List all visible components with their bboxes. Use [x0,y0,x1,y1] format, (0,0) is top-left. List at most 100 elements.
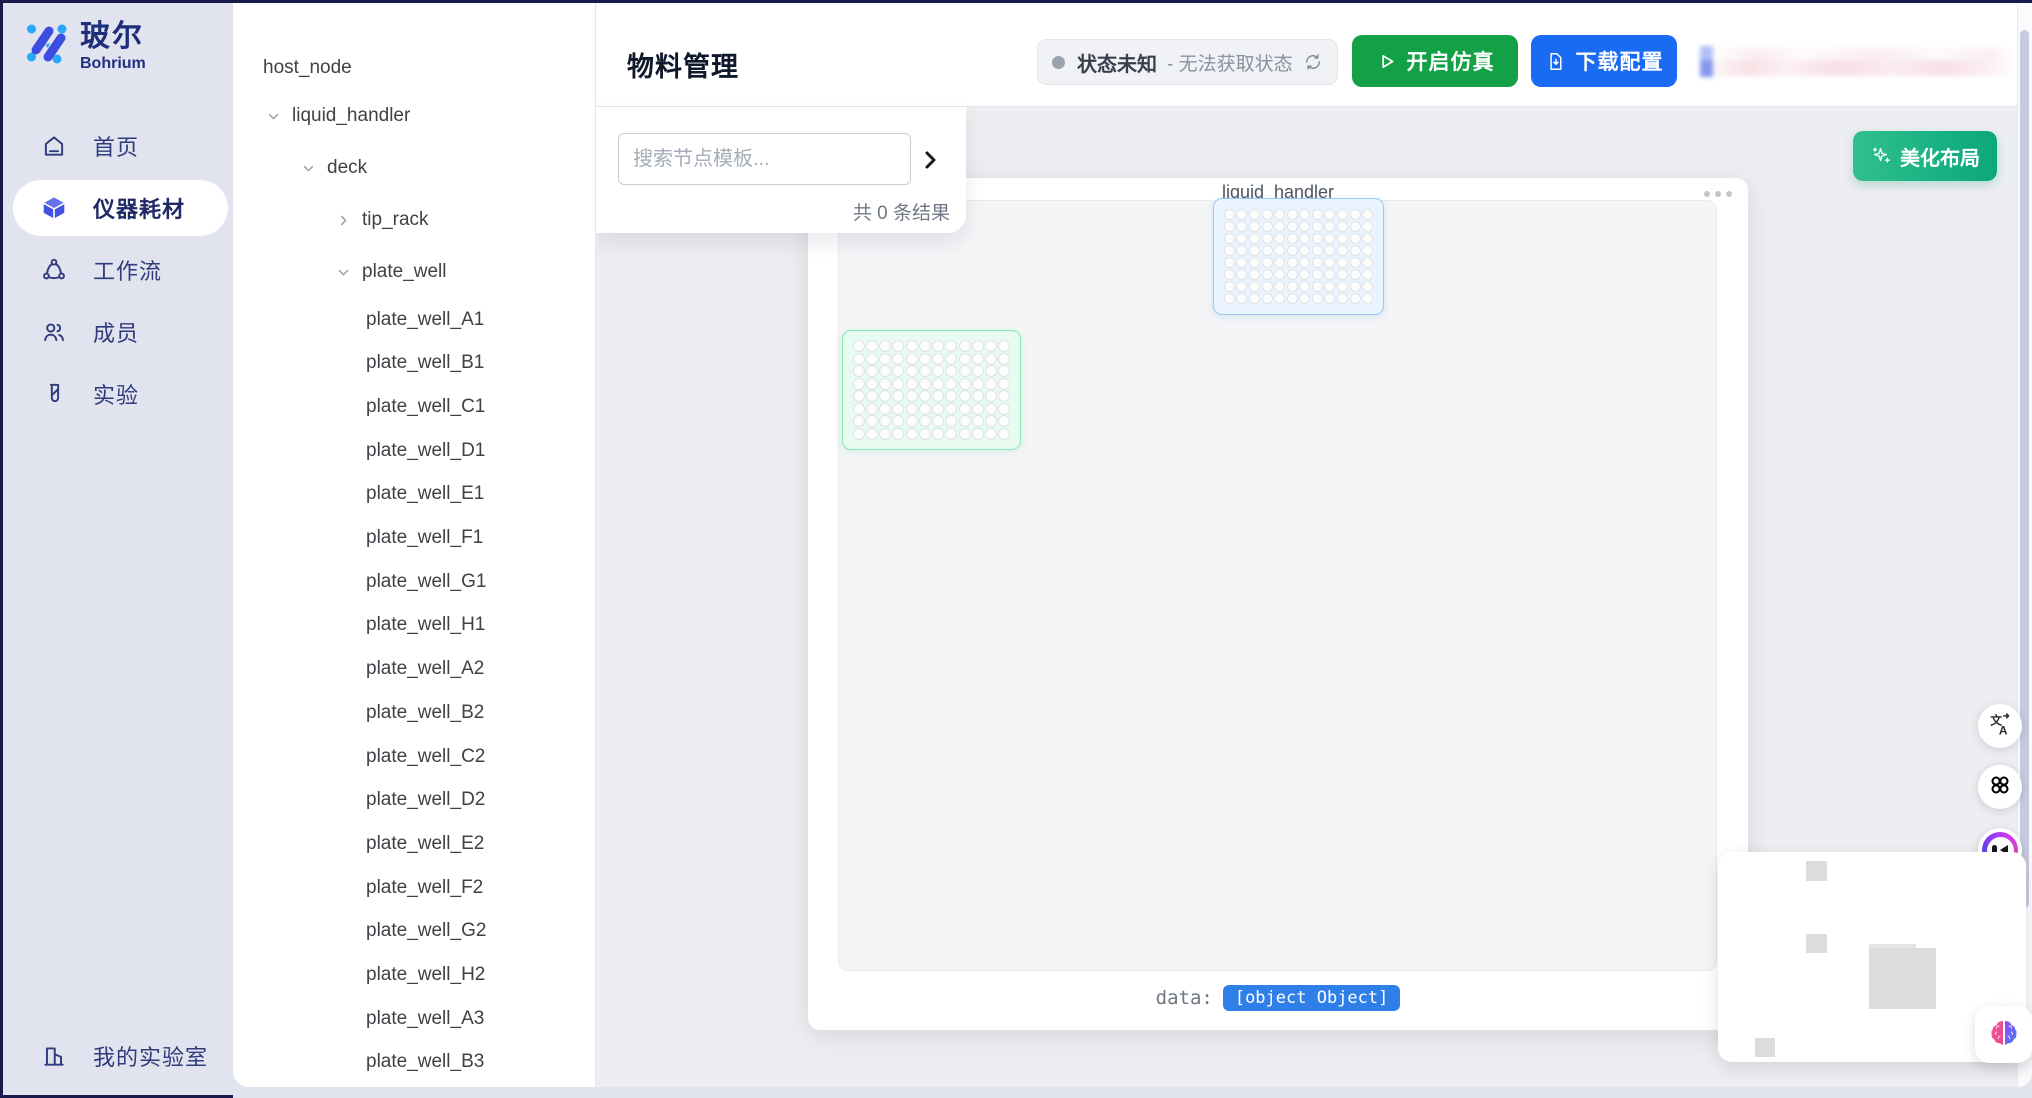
download-config-button[interactable]: 下载配置 [1531,35,1677,87]
sidebar-item-label: 仪器耗材 [93,192,185,224]
well [879,378,891,390]
tree-node-deck[interactable]: deck [233,156,595,182]
well-plate-node-blue[interactable] [1213,198,1384,315]
tree-node-plate_well_F2[interactable]: plate_well_F2 [233,876,595,902]
well [879,428,891,440]
tree-node-plate_well_C2[interactable]: plate_well_C2 [233,745,595,771]
search-input[interactable] [618,133,911,185]
sidebar-item-instruments[interactable]: 仪器耗材 [13,180,228,236]
ai-brain-button[interactable] [1975,1006,2032,1063]
well [906,378,918,390]
beautify-layout-button[interactable]: 美化布局 [1853,131,1997,181]
well [1299,233,1310,244]
apps-button[interactable] [1978,765,2022,809]
start-simulation-button[interactable]: 开启仿真 [1352,35,1518,87]
scrollbar-thumb[interactable] [2020,30,2029,908]
well [1312,281,1323,292]
tree-node-plate_well_H1[interactable]: plate_well_H1 [233,613,595,639]
chevron-down-icon[interactable] [265,108,282,125]
tree-node-liquid_handler[interactable]: liquid_handler [233,104,595,130]
collapse-arrow-icon[interactable] [918,148,942,172]
well [1236,257,1247,268]
tree-node-plate_well_F1[interactable]: plate_well_F1 [233,526,595,552]
well [972,365,984,377]
liquid-handler-node[interactable]: liquid_handler data: [object Object] [808,178,1748,1030]
tree-node-plate_well_G2[interactable]: plate_well_G2 [233,919,595,945]
chevron-down-icon[interactable] [335,264,352,281]
well [919,365,931,377]
well [1287,209,1298,220]
well [879,340,891,352]
well [892,428,904,440]
app-logo[interactable]: 玻尔 Bohrium [23,19,146,74]
well [866,390,878,402]
well [1299,209,1310,220]
sidebar-item-members[interactable]: 成员 [13,304,228,360]
well [959,353,971,365]
well [985,415,997,427]
well [998,428,1010,440]
sidebar-item-experiments[interactable]: 实验 [13,366,228,422]
node-data-row: data: [object Object] [808,985,1748,1011]
tree-node-plate_well_A2[interactable]: plate_well_A2 [233,657,595,683]
tree-node-plate_well_E1[interactable]: plate_well_E1 [233,482,595,508]
well [1224,257,1235,268]
well-plate-node-green[interactable] [842,330,1021,450]
well [1249,209,1260,220]
sidebar-item-my-lab[interactable]: 我的实验室 [13,1028,228,1084]
well [1287,269,1298,280]
well [853,390,865,402]
node-menu-dots-icon[interactable] [1704,191,1732,197]
tree-node-plate_well_D2[interactable]: plate_well_D2 [233,788,595,814]
lab-building-icon [41,1043,67,1069]
tree-node-plate_well_B1[interactable]: plate_well_B1 [233,351,595,377]
well [1249,245,1260,256]
well [998,353,1010,365]
well [985,353,997,365]
well [1262,269,1273,280]
well [972,353,984,365]
tree-node-plate_well_E2[interactable]: plate_well_E2 [233,832,595,858]
window-edge-top [0,0,2032,3]
well [1362,257,1373,268]
tree-node-plate_well_A1[interactable]: plate_well_A1 [233,308,595,334]
tree-node-label: plate_well_E1 [366,483,484,505]
logo-subtitle: Bohrium [80,54,146,74]
tree-node-plate_well_D1[interactable]: plate_well_D1 [233,439,595,465]
translate-button[interactable]: 文A [1978,704,2022,748]
well [1236,233,1247,244]
tree-node-tip_rack[interactable]: tip_rack [233,208,595,234]
sidebar-item-home[interactable]: 首页 [13,118,228,174]
cube-icon [41,195,67,221]
chevron-down-icon[interactable] [300,160,317,177]
brain-icon [1986,1017,2022,1053]
tree-node-host_node[interactable]: host_node [233,56,595,82]
well [1236,221,1247,232]
tree-node-plate_well_H2[interactable]: plate_well_H2 [233,963,595,989]
well [1362,281,1373,292]
well [1236,293,1247,304]
tree-node-plate_well_B2[interactable]: plate_well_B2 [233,701,595,727]
well [932,378,944,390]
well [945,415,957,427]
tree-node-plate_well[interactable]: plate_well [233,260,595,286]
refresh-icon[interactable] [1303,52,1323,72]
tree-node-label: plate_well_A3 [366,1008,484,1030]
tree-node-plate_well_B3[interactable]: plate_well_B3 [233,1050,595,1076]
well [1274,233,1285,244]
well [972,378,984,390]
well [1350,233,1361,244]
sidebar-item-workflow[interactable]: 工作流 [13,242,228,298]
chevron-right-icon[interactable] [335,212,352,229]
well [1224,293,1235,304]
well [1249,257,1260,268]
tree-node-plate_well_G1[interactable]: plate_well_G1 [233,570,595,596]
well [1362,269,1373,280]
well [972,390,984,402]
tree-node-plate_well_A3[interactable]: plate_well_A3 [233,1007,595,1033]
tree-node-plate_well_C1[interactable]: plate_well_C1 [233,395,595,421]
well [1287,257,1298,268]
well [879,415,891,427]
well [1362,245,1373,256]
tree-node-label: plate_well_C2 [366,746,485,768]
